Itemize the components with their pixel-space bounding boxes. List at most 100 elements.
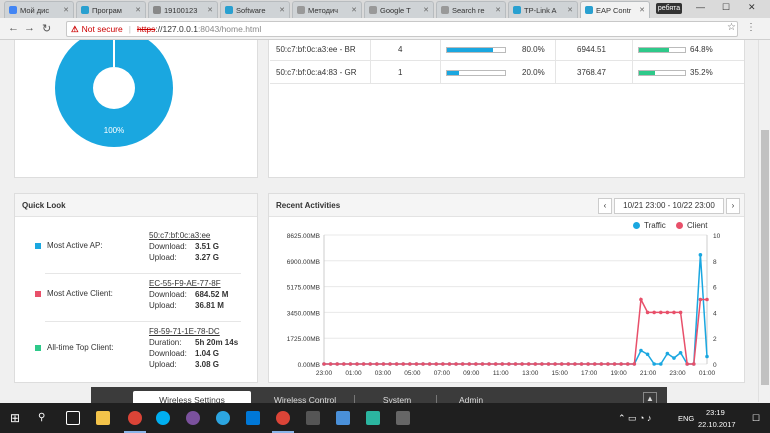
data-point-traffic (672, 356, 676, 360)
close-tab-icon[interactable]: ✕ (135, 6, 141, 14)
language-indicator[interactable]: ENG (678, 414, 694, 423)
traffic-share-bar (638, 47, 686, 53)
quick-look-link[interactable]: EC-55-F9-AE-77-8F (149, 279, 221, 288)
data-point-client (672, 310, 676, 315)
row-ap-name: 50:c7:bf:0c:a3:ee - BR (276, 45, 356, 54)
data-point-client (698, 297, 703, 302)
data-point-client (493, 362, 498, 366)
page-scrollbar[interactable] (758, 40, 770, 402)
browser-tab[interactable]: Мой дис ✕ (4, 1, 74, 18)
chrome-icon[interactable] (276, 411, 290, 425)
close-tab-icon[interactable]: ✕ (351, 6, 357, 14)
tab-favicon-icon (153, 6, 161, 14)
row-traffic-percent: 64.8% (690, 45, 713, 54)
clock-date[interactable]: 22.10.2017 (698, 420, 736, 429)
file-explorer-icon[interactable] (96, 411, 110, 425)
date-range-picker[interactable]: 10/21 23:00 - 10/22 23:00 (614, 198, 724, 214)
tray-icons[interactable]: ⌃ ▭ ◔ ♪ (618, 413, 651, 424)
browser-tab[interactable]: Google T ✕ (364, 1, 434, 18)
telegram-icon[interactable] (216, 411, 230, 425)
browser-menu-icon[interactable]: ⋮ (746, 22, 756, 33)
quick-look-dot-icon (35, 291, 41, 297)
back-icon[interactable]: ← (8, 22, 19, 34)
search-icon[interactable]: ⚲ (38, 411, 52, 425)
tab-label: Програм (92, 5, 122, 15)
quick-look-key: Download: (149, 290, 187, 299)
url-path: :8043/home.html (197, 24, 262, 34)
maximize-icon[interactable]: ☐ (722, 2, 730, 13)
close-tab-icon[interactable]: ✕ (639, 6, 645, 14)
y-left-tick-label: 5175.00MB (287, 285, 320, 292)
quick-look-value: 3.27 G (195, 253, 220, 262)
quick-look-key: Upload: (149, 253, 177, 262)
edge-icon[interactable] (246, 411, 260, 425)
ap-distribution-panel: 100% (14, 40, 258, 178)
app-icon[interactable] (306, 411, 320, 425)
scrollbar-thumb[interactable] (761, 130, 769, 385)
quick-look-link[interactable]: 50:c7:bf:0c:a3:ee (149, 231, 210, 240)
row-traffic-value: 6944.51 (577, 45, 606, 54)
quick-look-key: Download: (149, 349, 187, 358)
date-next-button[interactable]: › (726, 198, 740, 214)
app-icon[interactable] (396, 411, 410, 425)
close-tab-icon[interactable]: ✕ (63, 6, 69, 14)
minimize-icon[interactable]: — (696, 2, 705, 12)
data-point-traffic (678, 350, 683, 355)
skype-icon[interactable] (156, 411, 170, 425)
forward-icon[interactable]: → (24, 22, 35, 34)
notifications-icon[interactable]: ☐ (752, 413, 760, 424)
close-tab-icon[interactable]: ✕ (495, 6, 501, 14)
quick-look-value: 1.04 G (195, 349, 220, 358)
close-window-icon[interactable]: ✕ (748, 2, 756, 13)
tab-favicon-icon (441, 6, 449, 14)
browser-tab[interactable]: Програм ✕ (76, 1, 146, 18)
data-point-traffic (665, 351, 670, 356)
browser-tab[interactable]: 19100123 ✕ (148, 1, 218, 18)
profile-badge[interactable]: ребята (656, 3, 682, 14)
tools-icon[interactable] (366, 411, 380, 425)
data-point-client (474, 362, 478, 366)
browser-tab[interactable]: Search re ✕ (436, 1, 506, 18)
app-icon[interactable] (336, 411, 350, 425)
donut-hole (93, 67, 135, 109)
date-prev-button[interactable]: ‹ (598, 198, 612, 214)
x-tick-label: 15:00 (552, 370, 569, 377)
viber-icon[interactable] (186, 411, 200, 425)
data-point-client (401, 362, 406, 366)
close-tab-icon[interactable]: ✕ (567, 6, 573, 14)
quick-look-link[interactable]: F8-59-71-1E-78-DC (149, 327, 220, 336)
data-point-client (612, 362, 617, 366)
tab-favicon-icon (513, 6, 521, 14)
table-row[interactable]: 50:c7:bf:0c:a3:ee - BR 4 80.0% 6944.51 64.8% (270, 40, 744, 61)
url-host: ://127.0.0.1 (155, 24, 198, 34)
data-point-client (705, 297, 709, 302)
address-bar[interactable]: ⚠ Not secure | https ://127.0.0.1 :8043/… (66, 21, 738, 37)
y-right-tick-label: 10 (713, 233, 721, 240)
data-point-traffic (639, 348, 643, 353)
browser-tab[interactable]: Методич ✕ (292, 1, 362, 18)
bookmark-star-icon[interactable]: ☆ (727, 22, 736, 33)
browser-tab[interactable]: EAP Contr ✕ (580, 1, 650, 18)
chrome-icon[interactable] (128, 411, 142, 425)
table-row[interactable]: 50:c7:bf:0c:a4:83 - GR 1 20.0% 3768.47 35.2% (270, 61, 744, 84)
close-tab-icon[interactable]: ✕ (423, 6, 429, 14)
windows-start-icon[interactable]: ⊞ (10, 411, 24, 425)
col-divider (370, 61, 371, 84)
client-share-bar (446, 47, 506, 53)
clock-time[interactable]: 23:19 (706, 408, 725, 417)
data-point-client (619, 362, 623, 366)
close-tab-icon[interactable]: ✕ (207, 6, 213, 14)
reload-icon[interactable]: ↻ (42, 22, 51, 35)
y-left-tick-label: 8625.00MB (287, 233, 320, 240)
y-left-tick-label: 6900.00MB (287, 259, 320, 266)
row-client-percent: 20.0% (522, 68, 545, 77)
close-tab-icon[interactable]: ✕ (279, 6, 285, 14)
browser-tab[interactable]: Software ✕ (220, 1, 290, 18)
windows-taskbar: ⊞ ⚲ ⌃ ▭ ◔ ♪ ENG 23:19 22.10.2017 ☐ (0, 403, 770, 433)
data-point-traffic (698, 253, 703, 257)
browser-tab[interactable]: TP-Link A ✕ (508, 1, 578, 18)
traffic-share-fill (639, 71, 656, 75)
data-point-client (361, 362, 366, 366)
task-view-icon[interactable] (66, 411, 80, 425)
traffic-share-bar (638, 70, 686, 76)
